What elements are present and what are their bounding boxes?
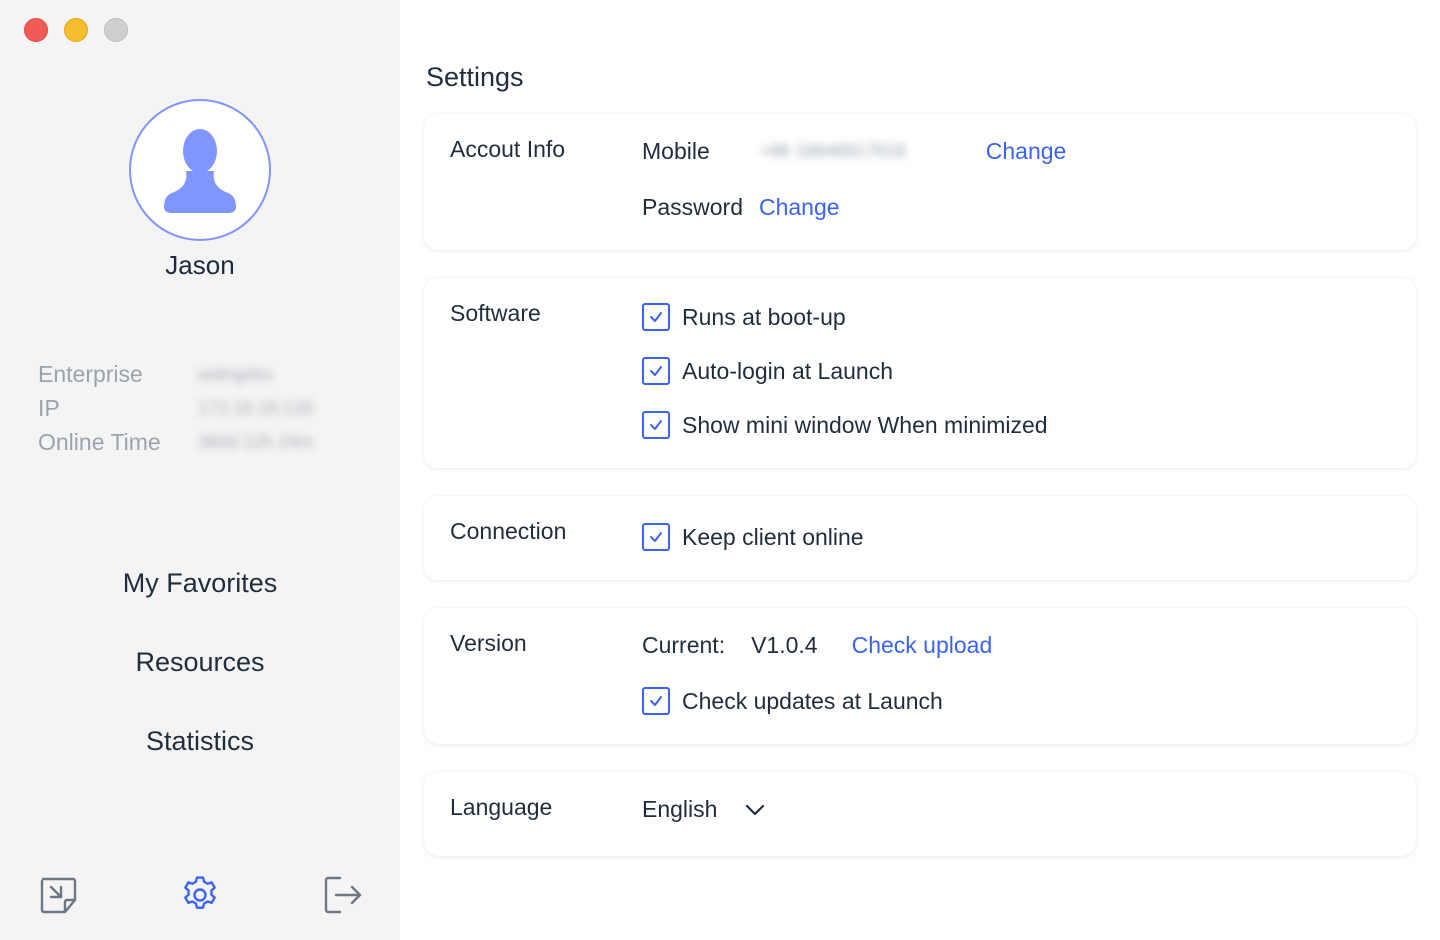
keep-online-label: Keep client online [682, 523, 864, 550]
check-icon [650, 532, 662, 542]
window-controls [24, 18, 128, 42]
change-mobile-link[interactable]: Change [986, 138, 1067, 165]
software-label: Software [450, 300, 541, 326]
connection-card: Connection Keep client online [424, 496, 1416, 580]
check-icon [650, 420, 662, 430]
check-icon [650, 366, 662, 376]
user-info-values: walngdxx 172.16.16.126 360d 12h 24m [198, 357, 313, 459]
change-password-link[interactable]: Change [759, 194, 840, 221]
runs-at-boot-label: Runs at boot-up [682, 303, 846, 330]
settings-panel: Settings Accout Info Mobile +86 18648917… [400, 0, 1440, 940]
nav-item-resources[interactable]: Resources [0, 639, 400, 718]
option-mini-window[interactable]: Show mini window When minimized [642, 411, 1048, 439]
logout-icon[interactable] [317, 870, 367, 920]
minimize-window-button[interactable] [64, 18, 88, 42]
auto-login-label: Auto-login at Launch [682, 357, 893, 384]
mobile-label: Mobile [642, 138, 710, 164]
current-version-label: Current: [642, 632, 726, 658]
page-title: Settings [426, 62, 524, 92]
username: Jason [165, 250, 235, 280]
language-select[interactable]: English [642, 796, 765, 823]
maximize-window-button[interactable] [104, 18, 128, 42]
enterprise-value: walngdxx [198, 364, 274, 384]
checkbox-mini-window[interactable] [642, 411, 670, 439]
check-upload-link[interactable]: Check upload [852, 632, 993, 659]
nav-item-statistics[interactable]: Statistics [0, 718, 400, 797]
connection-label: Connection [450, 518, 567, 544]
option-auto-login[interactable]: Auto-login at Launch [642, 357, 893, 385]
current-version-row: Current: V1.0.4 Check upload [642, 632, 992, 659]
mini-window-label: Show mini window When minimized [682, 411, 1048, 438]
mobile-value: +86 18648917618 [759, 141, 906, 161]
nav-item-my-favorites[interactable]: My Favorites [0, 560, 400, 639]
ip-value: 172.16.16.126 [198, 398, 314, 418]
option-runs-at-boot[interactable]: Runs at boot-up [642, 303, 846, 331]
user-info-labels: Enterprise IP Online Time [38, 357, 161, 459]
language-selected: English [642, 796, 718, 822]
check-icon [650, 312, 662, 322]
check-icon [650, 696, 662, 706]
version-card: Version Current: V1.0.4 Check upload Che… [424, 608, 1416, 744]
password-label: Password [642, 194, 743, 220]
ip-label: IP [38, 395, 60, 421]
close-window-button[interactable] [24, 18, 48, 42]
password-row: Password Change [642, 194, 840, 221]
sidebar-nav: My Favorites Resources Statistics [0, 560, 400, 797]
software-card: Software Runs at boot-up Auto-login at L… [424, 278, 1416, 468]
gear-icon[interactable] [175, 870, 225, 920]
chevron-down-icon [746, 804, 765, 815]
option-keep-online[interactable]: Keep client online [642, 523, 864, 551]
enterprise-label: Enterprise [38, 361, 143, 387]
current-version-value: V1.0.4 [751, 632, 818, 658]
option-check-updates[interactable]: Check updates at Launch [642, 687, 943, 715]
check-updates-label: Check updates at Launch [682, 687, 943, 714]
account-info-card: Accout Info Mobile +86 18648917618 Chang… [424, 114, 1416, 250]
checkbox-auto-login[interactable] [642, 357, 670, 385]
mobile-row: Mobile +86 18648917618 Change [642, 138, 1066, 165]
language-label: Language [450, 794, 553, 820]
sidebar: Jason Enterprise IP Online Time walngdxx… [0, 0, 400, 940]
checkbox-check-updates[interactable] [642, 687, 670, 715]
checkbox-runs-at-boot[interactable] [642, 303, 670, 331]
account-info-label: Accout Info [450, 136, 566, 162]
online-time-value: 360d 12h 24m [198, 432, 314, 452]
language-card: Language English [424, 772, 1416, 856]
checkbox-keep-online[interactable] [642, 523, 670, 551]
avatar[interactable] [129, 99, 271, 241]
minimize-window-icon[interactable] [33, 870, 83, 920]
version-label: Version [450, 630, 527, 656]
user-icon [164, 129, 236, 213]
online-time-label: Online Time [38, 429, 161, 455]
